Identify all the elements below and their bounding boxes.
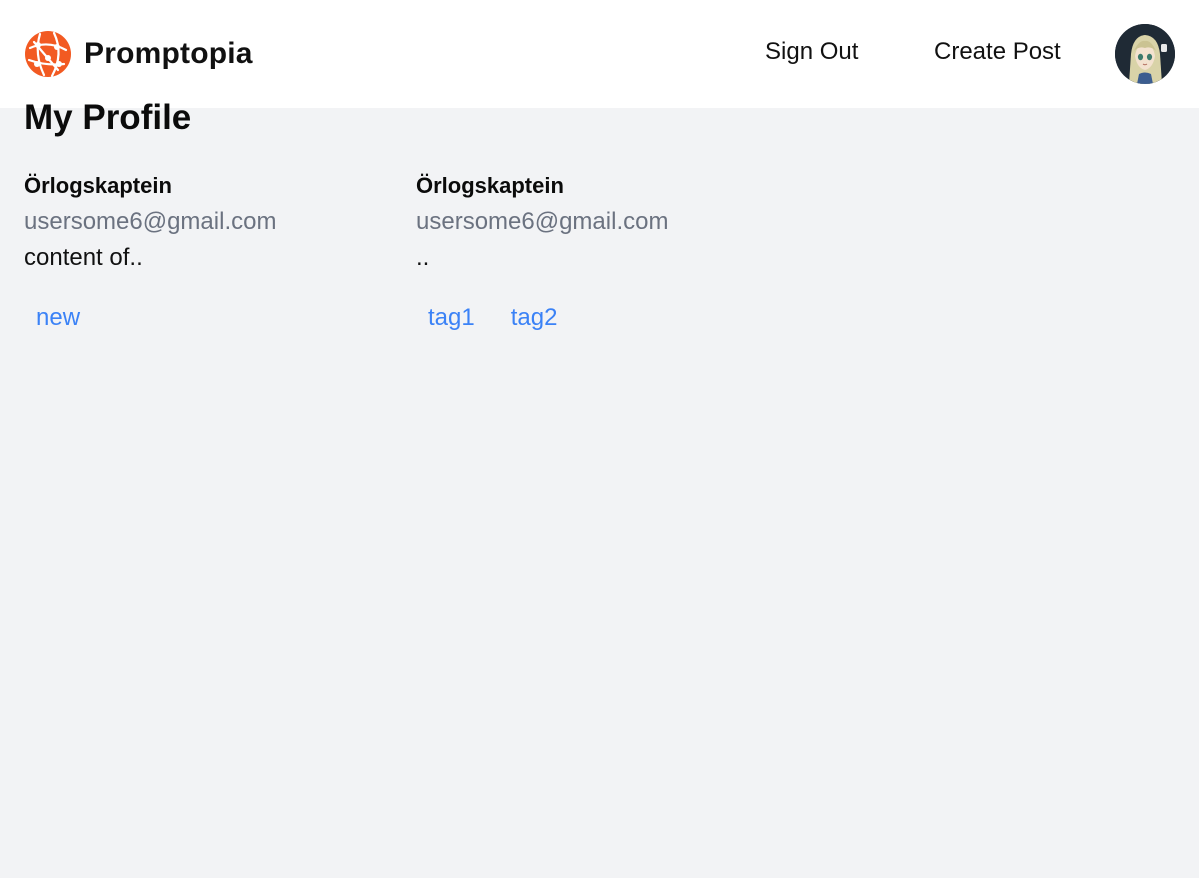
post-content: .. <box>416 244 430 271</box>
page-title: My Profile <box>24 98 192 137</box>
user-avatar-image <box>1115 24 1175 84</box>
create-post-link[interactable]: Create Post <box>934 38 1061 66</box>
top-navbar: Promptopia Sign Out Create Post <box>0 0 1199 108</box>
tag-list: tag1 tag2 <box>416 304 776 332</box>
post-email: usersome6@gmail.com <box>24 208 277 235</box>
tag-link[interactable]: new <box>36 304 80 332</box>
post-username[interactable]: Örlogskaptein <box>24 172 384 200</box>
globe-network-icon <box>25 31 71 78</box>
post-content: content of.. <box>24 244 143 271</box>
sign-out-button[interactable]: Sign Out <box>765 38 858 66</box>
tag-list: new <box>24 304 384 332</box>
prompt-card: Örlogskaptein usersome6@gmail.com .. tag… <box>416 172 776 332</box>
post-email: usersome6@gmail.com <box>416 208 669 235</box>
brand-link[interactable]: Promptopia <box>24 30 253 78</box>
tag-link[interactable]: tag1 <box>428 304 475 332</box>
tag-link[interactable]: tag2 <box>511 304 558 332</box>
post-username[interactable]: Örlogskaptein <box>416 172 776 200</box>
brand-name: Promptopia <box>84 37 253 70</box>
avatar[interactable] <box>1115 24 1175 84</box>
prompt-card: Örlogskaptein usersome6@gmail.com conten… <box>24 172 384 332</box>
